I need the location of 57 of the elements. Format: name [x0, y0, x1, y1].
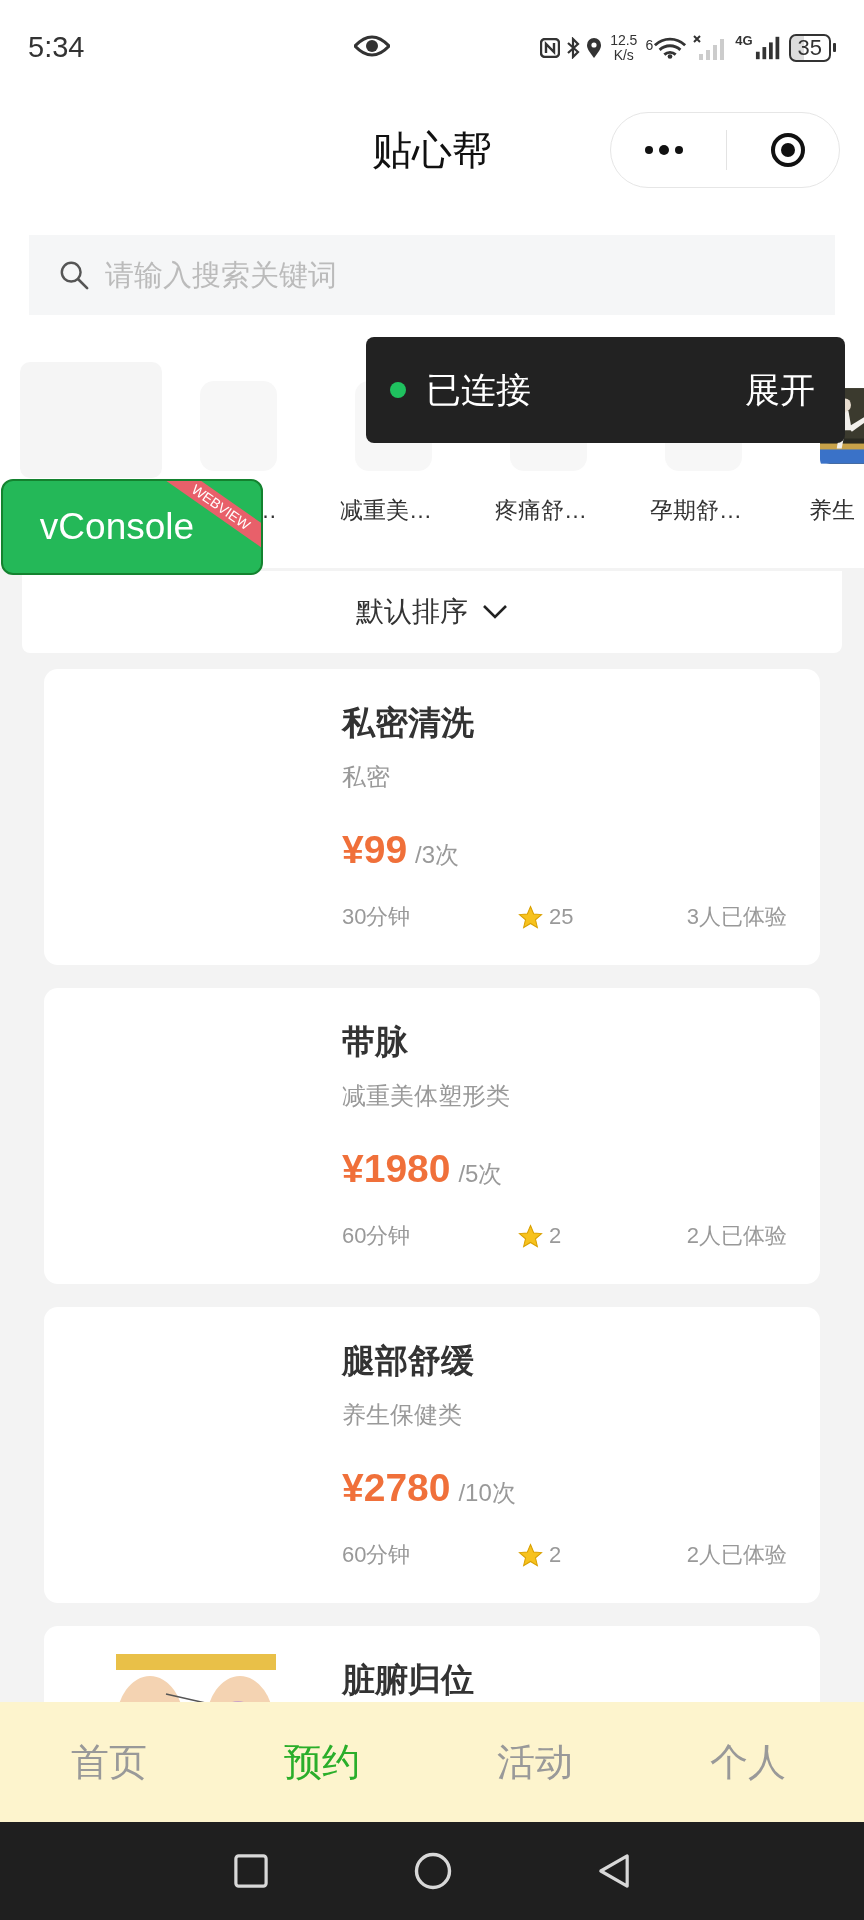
- price-unit: /5次: [458, 1159, 503, 1189]
- location-icon: [586, 36, 603, 59]
- network-speed-unit: K/s: [613, 47, 634, 63]
- star-icon: [518, 904, 543, 930]
- search-input[interactable]: 请输入搜索关键词: [105, 258, 705, 292]
- network-speed: 12.5: [610, 32, 638, 48]
- category-label[interactable]: 减重美…: [338, 496, 432, 524]
- wifi-icon: [653, 35, 688, 60]
- page-title: 贴心帮: [372, 126, 492, 174]
- category-label[interactable]: 孕期舒…: [648, 496, 742, 524]
- service-price: ¥1980: [342, 1146, 451, 1192]
- home-icon[interactable]: [414, 1852, 452, 1890]
- eye-icon: [354, 34, 390, 58]
- battery-level: 35: [788, 33, 831, 62]
- nfc-icon: [540, 37, 561, 58]
- search-icon: [59, 260, 89, 290]
- recents-icon[interactable]: [234, 1854, 268, 1888]
- service-category: 减重美体塑形类: [342, 1081, 511, 1111]
- sort-dropdown[interactable]: 默认排序: [22, 571, 842, 653]
- expand-link[interactable]: 展开: [745, 366, 815, 414]
- close-target-icon[interactable]: [769, 132, 806, 168]
- service-title: 私密清洗: [342, 703, 475, 743]
- category-label[interactable]: 养生: [809, 496, 864, 524]
- network-type: 4G: [735, 32, 753, 48]
- service-card[interactable]: 腿部舒缓 养生保健类 ¥2780 /10次 60分钟 2 2人已体验: [44, 1307, 820, 1603]
- more-icon[interactable]: [644, 145, 685, 155]
- clock-time: 5:34: [28, 31, 85, 64]
- wifi-standard-label: 6: [645, 36, 654, 53]
- connection-status: 已连接: [426, 368, 531, 411]
- service-duration: 60分钟: [342, 1541, 412, 1569]
- service-card[interactable]: 私密清洗 私密 ¥99 /3次 30分钟 25 3人已体验: [44, 669, 820, 965]
- search-bar[interactable]: 请输入搜索关键词: [29, 235, 835, 315]
- service-title: 带脉: [342, 1022, 409, 1062]
- back-icon[interactable]: [598, 1853, 630, 1889]
- service-title: 脏腑归位: [342, 1660, 475, 1700]
- experience-count: 2人已体验: [686, 1222, 787, 1250]
- star-icon: [518, 1223, 543, 1249]
- rating-count: 2: [549, 1222, 562, 1250]
- category-label[interactable]: 疼痛舒…: [493, 496, 587, 524]
- price-unit: /3次: [415, 840, 460, 870]
- service-card[interactable]: 带脉 减重美体塑形类 ¥1980 /5次 60分钟 2 2人已体验: [44, 988, 820, 1284]
- service-category: 私密: [342, 762, 391, 792]
- experience-count: 2人已体验: [686, 1541, 787, 1569]
- service-category: 养生保健类: [342, 1400, 463, 1430]
- service-duration: 60分钟: [342, 1222, 412, 1250]
- service-price: ¥2780: [342, 1465, 451, 1511]
- star-icon: [518, 1542, 543, 1568]
- price-unit: /10次: [458, 1478, 516, 1508]
- service-price: ¥99: [342, 827, 408, 873]
- service-card[interactable]: 脏腑归位: [44, 1626, 820, 1702]
- chevron-down-icon: [482, 604, 508, 620]
- rating-count: 2: [549, 1541, 562, 1569]
- service-title: 腿部舒缓: [342, 1341, 475, 1381]
- rating-count: 25: [549, 903, 574, 931]
- service-duration: 30分钟: [342, 903, 412, 931]
- experience-count: 3人已体验: [686, 903, 787, 931]
- bluetooth-icon: [566, 36, 581, 59]
